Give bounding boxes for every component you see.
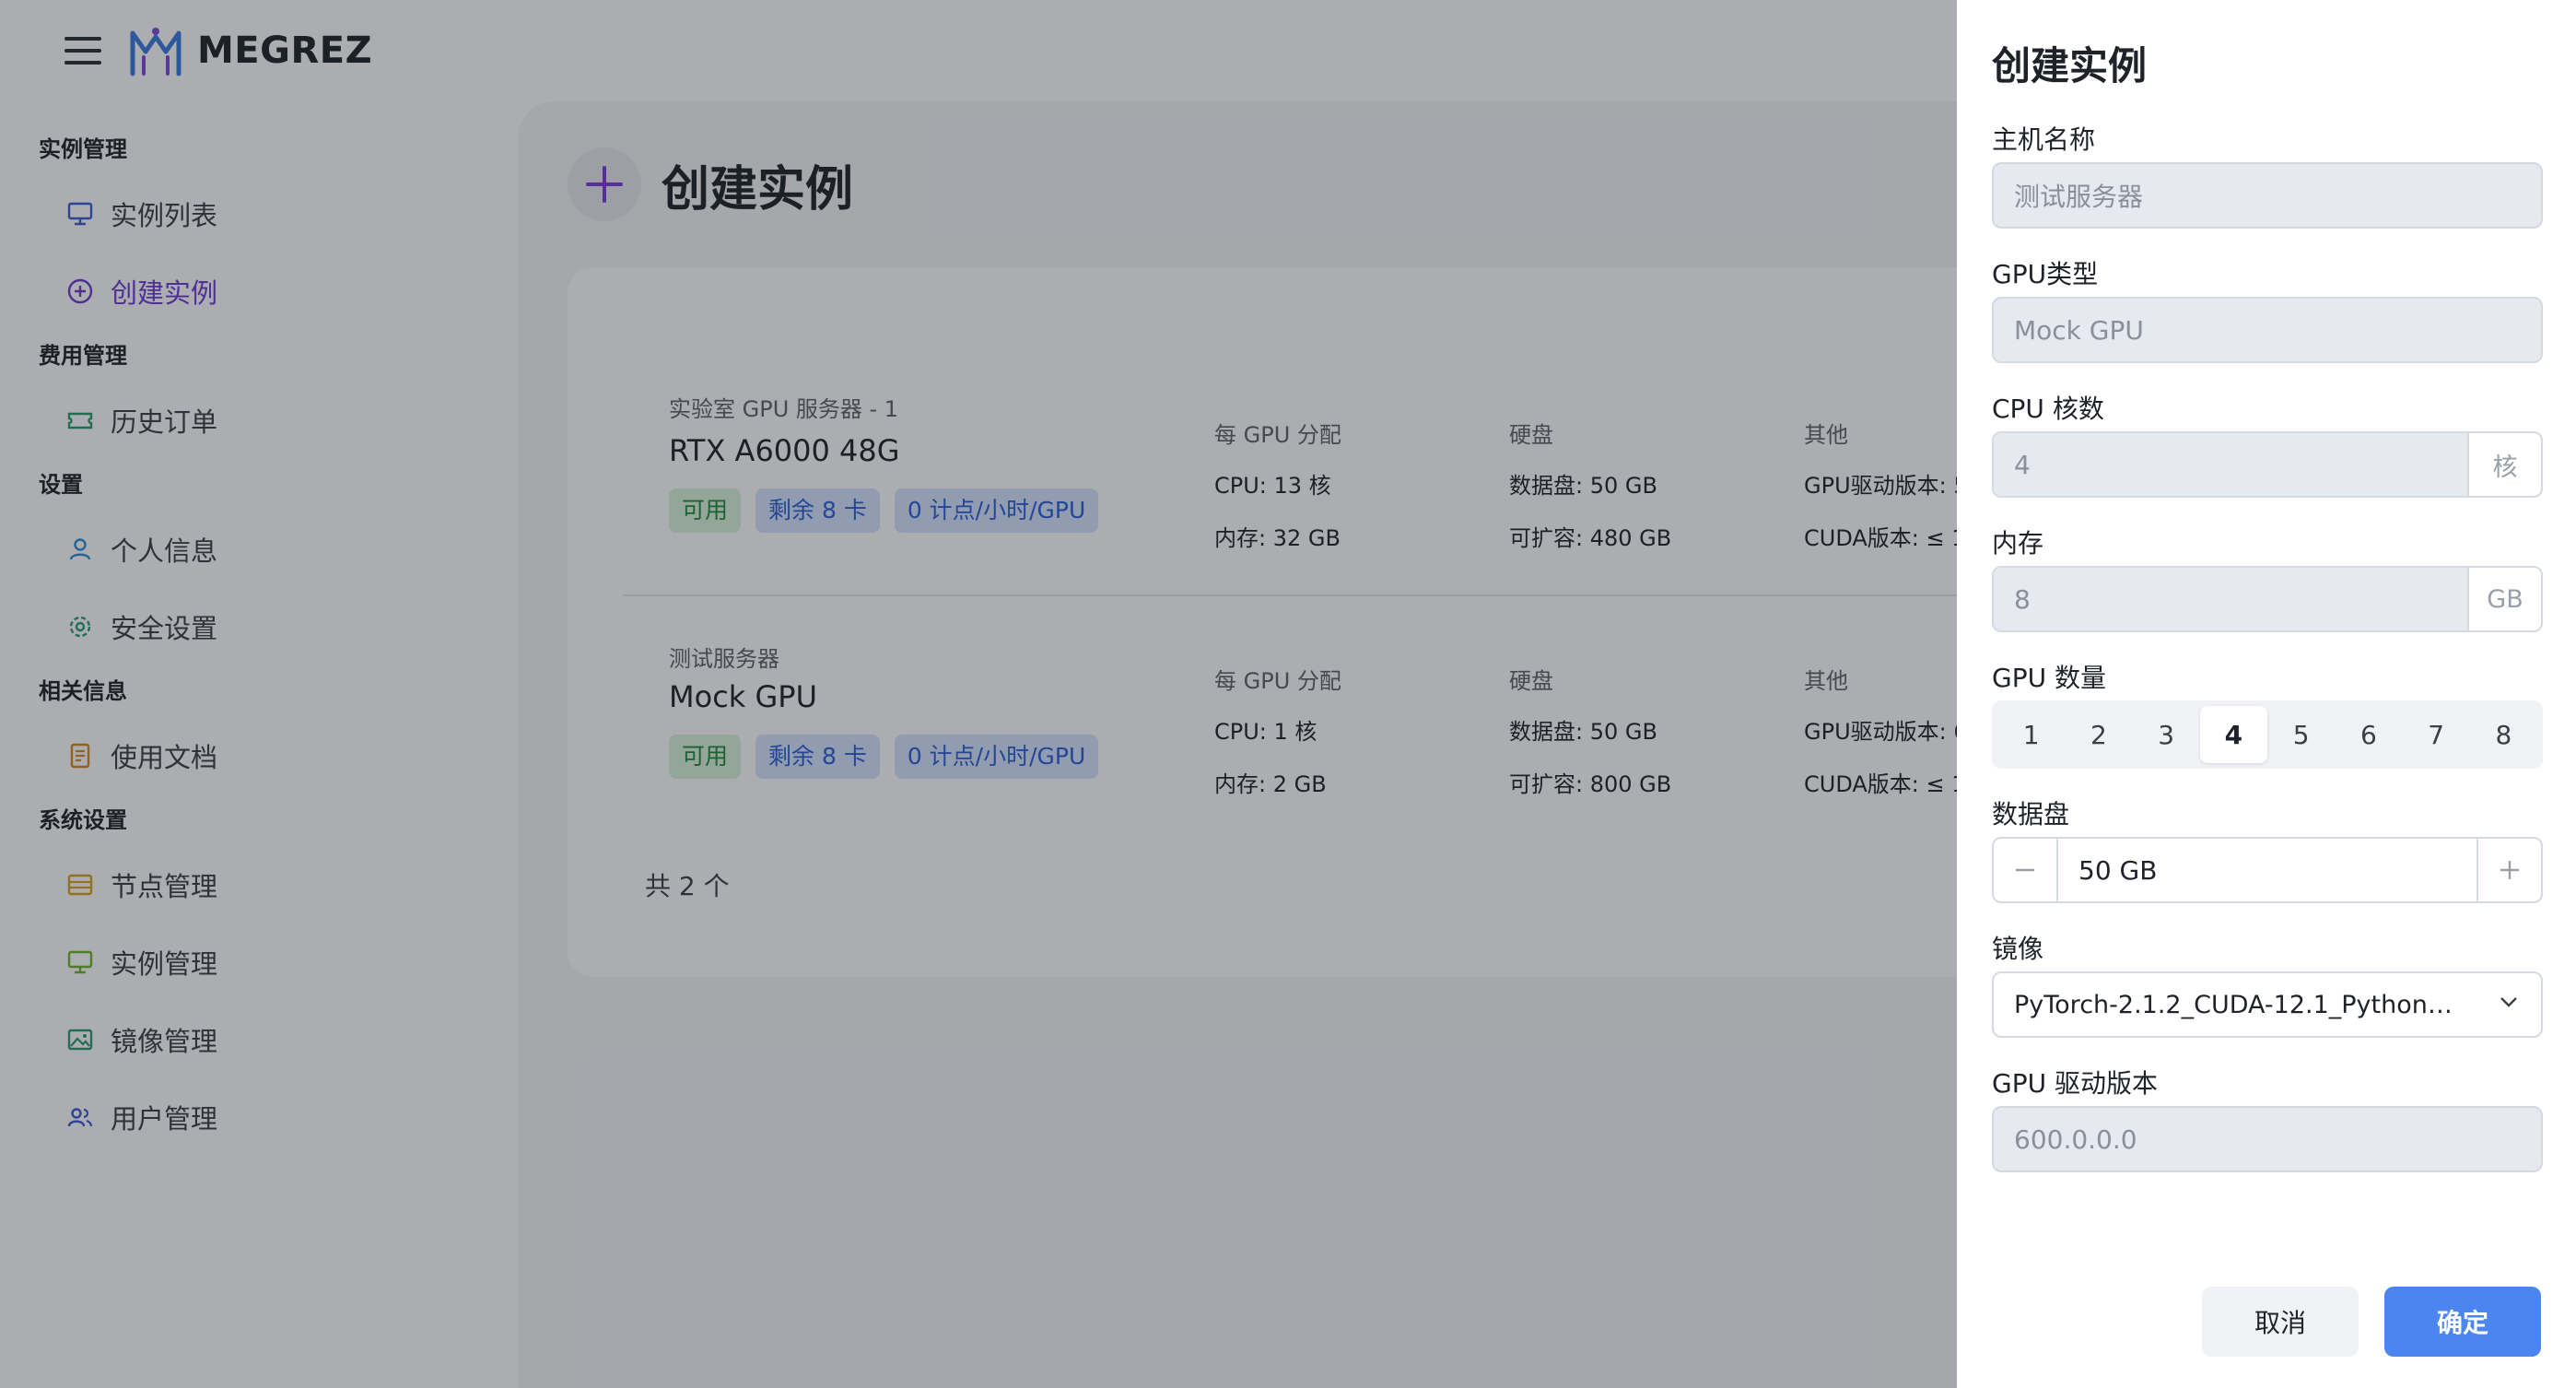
- cpu-field: CPU 核数 4 核: [1992, 387, 2543, 498]
- cpu-suffix: 核: [2467, 433, 2541, 496]
- gpu-count-selector: 1 2 3 4 5 6 7 8: [1992, 700, 2543, 769]
- modal-overlay[interactable]: [0, 0, 1957, 1388]
- decrement-button[interactable]: [1994, 839, 2058, 901]
- field-label: GPU 数量: [1992, 663, 2106, 693]
- gpu-count-field: GPU 数量 1 2 3 4 5 6 7 8: [1992, 656, 2543, 769]
- field-label: GPU 驱动版本: [1992, 1068, 2158, 1099]
- chevron-down-icon: [2497, 990, 2521, 1020]
- increment-button[interactable]: [2476, 839, 2541, 901]
- gpu-count-option[interactable]: 1: [1997, 706, 2065, 763]
- host-field: 主机名称 测试服务器: [1992, 118, 2543, 229]
- cpu-value: 4: [1994, 433, 2467, 496]
- drawer-footer: 取消 确定: [1957, 1268, 2576, 1388]
- image-field: 镜像 PyTorch-2.1.2_CUDA-12.1_Python…: [1992, 927, 2543, 1038]
- image-select[interactable]: PyTorch-2.1.2_CUDA-12.1_Python…: [1992, 971, 2543, 1038]
- gpu-type-field: GPU类型 Mock GPU: [1992, 253, 2543, 363]
- memory-suffix: GB: [2467, 568, 2541, 630]
- driver-field: GPU 驱动版本 600.0.0.0: [1992, 1062, 2543, 1172]
- field-label: 内存: [1992, 528, 2044, 559]
- drawer-title: 创建实例: [1992, 43, 2148, 88]
- memory-field: 内存 8 GB: [1992, 522, 2543, 632]
- disk-field: 数据盘 50 GB: [1992, 793, 2543, 903]
- gpu-type-input[interactable]: Mock GPU: [1992, 297, 2543, 363]
- gpu-count-option-selected[interactable]: 4: [2199, 706, 2267, 763]
- memory-value: 8: [1994, 568, 2467, 630]
- gpu-count-option[interactable]: 8: [2470, 706, 2537, 763]
- driver-version-input[interactable]: 600.0.0.0: [1992, 1106, 2543, 1172]
- gpu-count-option[interactable]: 6: [2335, 706, 2402, 763]
- field-label: GPU类型: [1992, 259, 2099, 289]
- memory-input[interactable]: 8 GB: [1992, 566, 2543, 632]
- field-label: 主机名称: [1992, 124, 2096, 155]
- host-name-input[interactable]: 测试服务器: [1992, 162, 2543, 229]
- gpu-count-option[interactable]: 3: [2133, 706, 2200, 763]
- field-label: 数据盘: [1992, 799, 2070, 829]
- confirm-button[interactable]: 确定: [2384, 1287, 2541, 1357]
- disk-value-input[interactable]: 50 GB: [2058, 839, 2476, 901]
- cpu-input[interactable]: 4 核: [1992, 431, 2543, 498]
- cancel-button[interactable]: 取消: [2202, 1287, 2359, 1357]
- image-select-value: PyTorch-2.1.2_CUDA-12.1_Python…: [2014, 990, 2453, 1019]
- gpu-count-option[interactable]: 7: [2403, 706, 2470, 763]
- gpu-count-option[interactable]: 2: [2065, 706, 2132, 763]
- field-label: 镜像: [1992, 934, 2044, 964]
- drawer-form: 主机名称 测试服务器 GPU类型 Mock GPU CPU 核数 4 核 内存 …: [1992, 118, 2543, 1252]
- disk-stepper: 50 GB: [1992, 837, 2543, 903]
- gpu-count-option[interactable]: 5: [2267, 706, 2335, 763]
- field-label: CPU 核数: [1992, 394, 2104, 424]
- create-instance-drawer: 创建实例 主机名称 测试服务器 GPU类型 Mock GPU CPU 核数 4 …: [1957, 0, 2576, 1388]
